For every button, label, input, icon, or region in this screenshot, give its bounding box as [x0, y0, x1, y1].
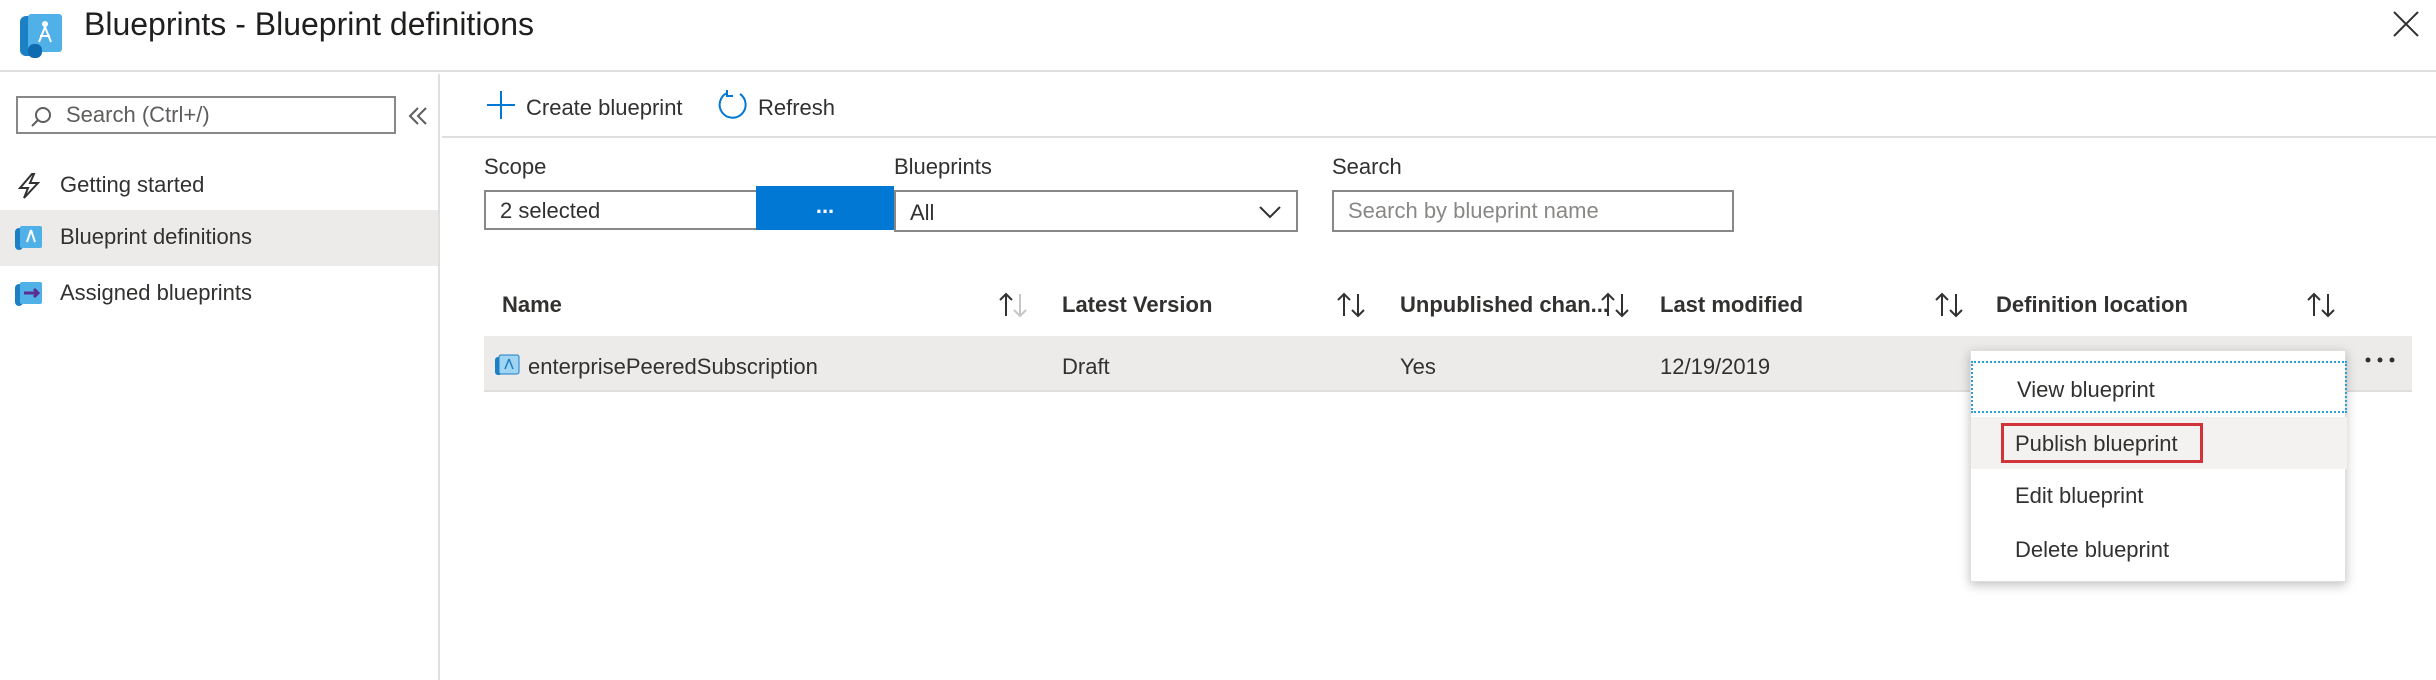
sort-icon[interactable] — [2304, 290, 2340, 320]
page-title: Blueprints - Blueprint definitions — [84, 6, 535, 42]
cell-latest-version: Draft — [1062, 354, 1110, 379]
cell-unpublished-changes: Yes — [1400, 354, 1436, 379]
sidebar-item-label: Assigned blueprints — [60, 280, 253, 305]
sidebar-item-blueprint-definitions[interactable]: Blueprint definitions — [0, 210, 438, 266]
sidebar-item-getting-started[interactable]: Getting started — [0, 158, 438, 214]
blueprint-search-input[interactable] — [1334, 192, 1732, 230]
chevron-down-icon — [1259, 206, 1281, 219]
sort-icon[interactable] — [996, 290, 1032, 320]
blueprint-icon — [20, 14, 62, 58]
blueprints-dropdown-value: All — [910, 200, 935, 225]
blueprint-icon — [15, 226, 42, 250]
sidebar-item-label: Getting started — [60, 172, 205, 197]
column-header-last-modified[interactable]: Last modified — [1660, 292, 1803, 318]
context-menu: View blueprint Publish blueprint Edit bl… — [1970, 350, 2347, 582]
scope-label: Scope — [484, 154, 547, 179]
column-header-latest-version[interactable]: Latest Version — [1062, 292, 1212, 318]
refresh-button[interactable]: Refresh — [716, 88, 846, 124]
sort-icon[interactable] — [1932, 290, 1968, 320]
sort-icon[interactable] — [1598, 290, 1634, 320]
search-icon — [31, 107, 51, 127]
create-blueprint-button[interactable]: Create blueprint — [484, 88, 684, 124]
column-header-unpublished-changes[interactable]: Unpublished chan... — [1400, 292, 1609, 318]
scope-picker-button[interactable]: ... — [756, 186, 894, 230]
blueprints-dropdown[interactable]: All — [894, 190, 1298, 232]
menu-item-view-blueprint[interactable]: View blueprint — [1971, 361, 2347, 413]
sidebar-search[interactable] — [16, 96, 396, 134]
refresh-icon — [718, 90, 747, 119]
search-label: Search — [1332, 154, 1402, 179]
blueprint-icon — [495, 354, 520, 375]
sidebar-item-assigned-blueprints[interactable]: Assigned blueprints — [0, 266, 438, 322]
menu-item-publish-blueprint[interactable]: Publish blueprint — [1971, 417, 2347, 469]
menu-item-edit-blueprint[interactable]: Edit blueprint — [1971, 469, 2347, 521]
blueprints-label: Blueprints — [894, 154, 992, 179]
blueprint-search-box[interactable] — [1332, 190, 1734, 232]
column-header-definition-location[interactable]: Definition location — [1996, 292, 2188, 318]
assigned-blueprint-icon — [15, 282, 42, 306]
menu-item-delete-blueprint[interactable]: Delete blueprint — [1971, 523, 2347, 575]
plus-icon — [487, 91, 515, 119]
title-bar: Blueprints - Blueprint definitions — [0, 0, 2436, 72]
main-content: Create blueprint Refresh Scope 2 selecte… — [442, 74, 2436, 680]
collapse-icon[interactable] — [404, 102, 432, 130]
sidebar-search-input[interactable] — [66, 100, 386, 130]
sidebar: Getting started Blueprint definitions As… — [0, 74, 440, 680]
lightning-icon — [17, 173, 41, 199]
column-header-name[interactable]: Name — [502, 292, 562, 318]
sidebar-item-label: Blueprint definitions — [60, 224, 253, 249]
scope-field[interactable]: 2 selected — [484, 190, 758, 230]
more-icon[interactable] — [2360, 348, 2400, 372]
cell-name[interactable]: enterprisePeeredSubscription — [528, 354, 818, 380]
close-icon[interactable] — [2386, 4, 2426, 44]
sort-icon[interactable] — [1334, 290, 1370, 320]
command-bar: Create blueprint Refresh — [442, 74, 2436, 138]
cell-last-modified: 12/19/2019 — [1660, 354, 1771, 379]
